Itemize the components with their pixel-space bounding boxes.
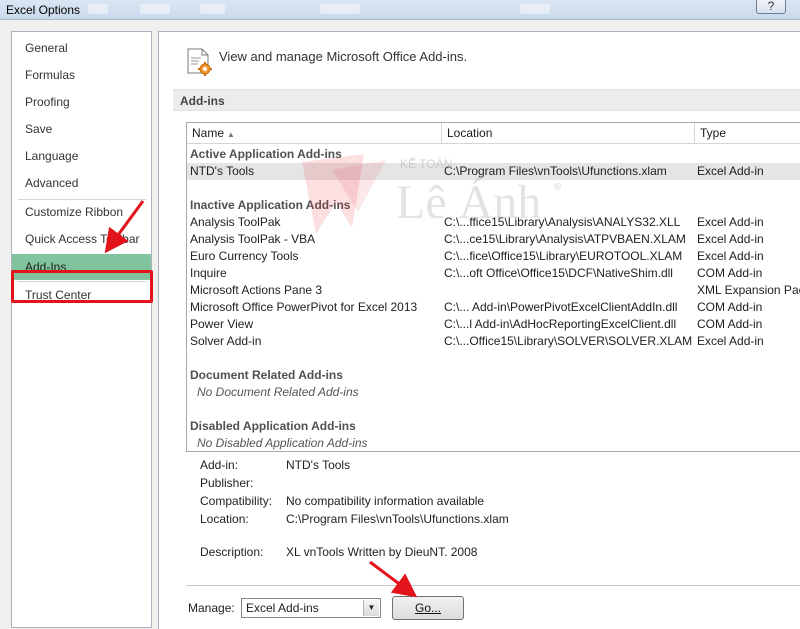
cell-location: C:\...Office15\Library\SOLVER\SOLVER.XLA… — [444, 334, 693, 348]
cell-name: Solver Add-in — [190, 334, 262, 348]
table-row[interactable]: Analysis ToolPak C:\...ffice15\Library\A… — [187, 214, 800, 231]
title-bar: Excel Options ? — [0, 0, 800, 20]
table-row[interactable]: Solver Add-in C:\...Office15\Library\SOL… — [187, 333, 800, 350]
detail-addin-value: NTD's Tools — [286, 458, 351, 472]
detail-compatibility-value: No compatibility information available — [286, 494, 485, 508]
title-bar-blur — [520, 4, 550, 14]
sidebar-item-save[interactable]: Save — [12, 116, 151, 142]
cell-name: Analysis ToolPak - VBA — [190, 232, 316, 246]
manage-dropdown[interactable]: Excel Add-ins ▼ — [241, 598, 381, 618]
cell-name: Microsoft Actions Pane 3 — [190, 283, 323, 297]
sidebar-item-add-ins[interactable]: Add-Ins — [12, 254, 151, 280]
detail-description-value: XL vnTools Written by DieuNT. 2008 — [286, 545, 478, 559]
manage-label: Manage: — [188, 601, 235, 615]
cell-location: C:\... Add-in\PowerPivotExcelClientAddIn… — [444, 300, 678, 314]
cell-name: NTD's Tools — [190, 164, 255, 178]
section-title: Add-ins — [180, 94, 225, 108]
dropdown-arrow-icon[interactable]: ▼ — [363, 600, 379, 616]
cell-type: COM Add-in — [697, 317, 763, 331]
cell-type: COM Add-in — [697, 266, 763, 280]
cell-location: C:\...ffice15\Library\Analysis\ANALYS32.… — [444, 215, 681, 229]
group-title-disabled: Disabled Application Add-ins — [190, 419, 356, 433]
table-row[interactable]: Power View C:\...l Add-in\AdHocReporting… — [187, 316, 800, 333]
go-button-label: Go... — [414, 601, 441, 615]
cell-location: C:\...fice\Office15\Library\EUROTOOL.XLA… — [444, 249, 683, 263]
cell-name: Microsoft Office PowerPivot for Excel 20… — [190, 300, 418, 314]
divider — [186, 585, 800, 586]
detail-addin-label: Add-in: — [200, 458, 239, 472]
column-header-name[interactable]: Name ▲ — [187, 123, 442, 143]
table-row[interactable]: Euro Currency Tools C:\...fice\Office15\… — [187, 248, 800, 265]
cell-type: Excel Add-in — [697, 164, 764, 178]
sidebar: General Formulas Proofing Save Language … — [11, 31, 152, 628]
cell-type: Excel Add-in — [697, 232, 764, 246]
sidebar-item-customize-ribbon[interactable]: Customize Ribbon — [12, 199, 151, 225]
cell-location: C:\...l Add-in\AdHocReportingExcelClient… — [444, 317, 677, 331]
cell-type: Excel Add-in — [697, 249, 764, 263]
detail-compatibility-label: Compatibility: — [200, 494, 273, 508]
title-bar-blur — [88, 4, 108, 14]
go-button[interactable]: Go... — [392, 596, 464, 620]
help-button[interactable]: ? — [756, 0, 786, 14]
sidebar-item-quick-access-toolbar[interactable]: Quick Access Toolbar — [12, 226, 151, 252]
cell-type: Excel Add-in — [697, 334, 764, 348]
cell-location: C:\...ce15\Library\Analysis\ATPVBAEN.XLA… — [444, 232, 686, 246]
cell-type: XML Expansion Pac — [697, 283, 800, 297]
window-title: Excel Options — [6, 3, 81, 17]
group-title-document: Document Related Add-ins — [190, 368, 343, 382]
cell-location: C:\Program Files\vnTools\Ufunctions.xlam — [444, 164, 667, 178]
table-row[interactable]: Inquire C:\...oft Office\Office15\DCF\Na… — [187, 265, 800, 282]
title-bar-blur — [200, 4, 225, 14]
cell-type: COM Add-in — [697, 300, 763, 314]
addins-gear-icon — [187, 48, 212, 76]
sort-ascending-icon: ▲ — [227, 130, 235, 139]
group-title-inactive: Inactive Application Add-ins — [190, 198, 351, 212]
cell-name: Analysis ToolPak — [190, 215, 281, 229]
cell-name: Euro Currency Tools — [190, 249, 299, 263]
sidebar-item-language[interactable]: Language — [12, 143, 151, 169]
table-row[interactable]: Microsoft Office PowerPivot for Excel 20… — [187, 299, 800, 316]
sidebar-item-formulas[interactable]: Formulas — [12, 62, 151, 88]
section-header: Add-ins — [173, 89, 800, 111]
sidebar-item-trust-center[interactable]: Trust Center — [12, 282, 151, 308]
cell-location: C:\...oft Office\Office15\DCF\NativeShim… — [444, 266, 673, 280]
detail-location-value: C:\Program Files\vnTools\Ufunctions.xlam — [286, 512, 509, 526]
table-row[interactable]: NTD's Tools C:\Program Files\vnTools\Ufu… — [187, 163, 800, 180]
column-name-label: Name — [192, 126, 225, 140]
title-bar-blur — [140, 4, 170, 14]
addins-table: Name ▲ Location Type Active Application A… — [186, 122, 800, 452]
manage-dropdown-value: Excel Add-ins — [246, 601, 319, 615]
page-title: View and manage Microsoft Office Add-ins… — [219, 49, 468, 64]
detail-publisher-label: Publisher: — [200, 476, 254, 490]
sidebar-item-proofing[interactable]: Proofing — [12, 89, 151, 115]
cell-name: Inquire — [190, 266, 227, 280]
cell-type: Excel Add-in — [697, 215, 764, 229]
column-header-location[interactable]: Location — [442, 123, 695, 143]
table-row[interactable]: Microsoft Actions Pane 3 XML Expansion P… — [187, 282, 800, 299]
sidebar-item-general[interactable]: General — [12, 35, 151, 61]
title-bar-blur — [320, 4, 360, 14]
table-row[interactable]: Analysis ToolPak - VBA C:\...ce15\Librar… — [187, 231, 800, 248]
column-header-type[interactable]: Type — [695, 123, 800, 143]
group-title-active: Active Application Add-ins — [190, 147, 342, 161]
table-header: Name ▲ Location Type — [187, 123, 800, 144]
sidebar-item-advanced[interactable]: Advanced — [12, 170, 151, 196]
detail-description-label: Description: — [200, 545, 264, 559]
empty-note: No Disabled Application Add-ins — [197, 436, 368, 450]
empty-note: No Document Related Add-ins — [197, 385, 359, 399]
detail-location-label: Location: — [200, 512, 249, 526]
cell-name: Power View — [190, 317, 254, 331]
